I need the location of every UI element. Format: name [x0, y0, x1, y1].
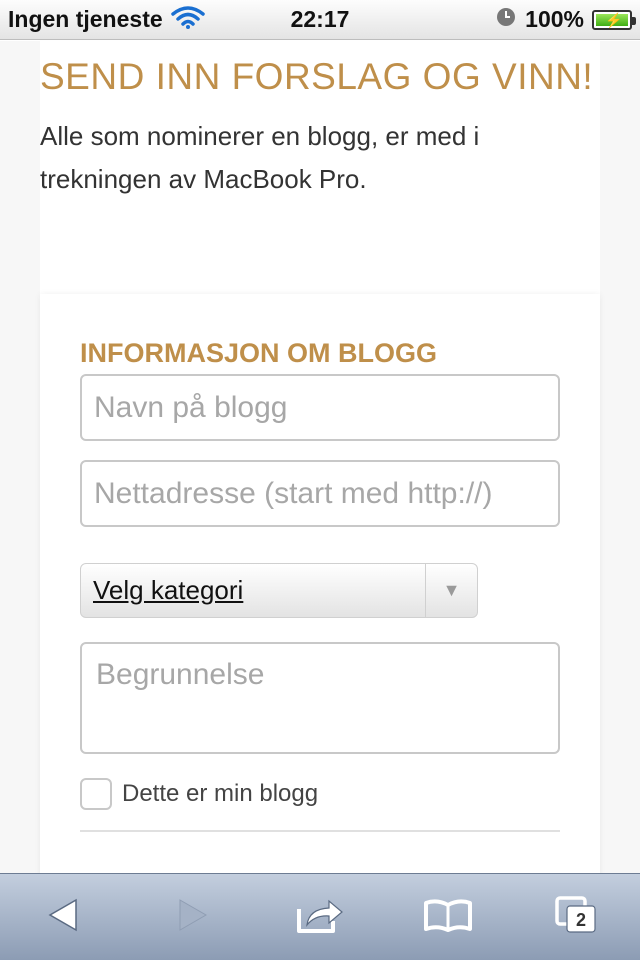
dropdown-arrow-icon: ▼	[425, 564, 477, 617]
own-blog-row: Dette er min blogg	[80, 778, 560, 810]
blog-url-input[interactable]	[80, 460, 560, 527]
reason-textarea[interactable]	[80, 642, 560, 754]
back-icon	[46, 897, 82, 938]
bookmarks-button[interactable]	[418, 887, 478, 947]
intro-text: Alle som nominerer en blogg, er med i tr…	[40, 121, 480, 194]
own-blog-checkbox[interactable]	[80, 778, 112, 810]
wifi-icon	[170, 5, 205, 35]
web-page: SEND INN FORSLAG OG VINN! Alle som nomin…	[0, 41, 640, 873]
status-right: 100% ⚡	[495, 6, 636, 34]
battery-percent: 100%	[525, 6, 584, 32]
forward-icon	[174, 897, 210, 938]
tabs-icon: 2	[554, 895, 598, 940]
own-blog-label: Dette er min blogg	[122, 780, 319, 807]
share-icon	[295, 895, 345, 940]
bookmarks-icon	[423, 897, 473, 938]
status-bar: Ingen tjeneste 22:17 100% ⚡	[0, 0, 640, 40]
carrier-label: Ingen tjeneste	[8, 6, 163, 32]
battery-icon: ⚡	[592, 9, 636, 30]
page-title: SEND INN FORSLAG OG VINN!	[40, 56, 594, 97]
alarm-clock-icon	[495, 6, 517, 34]
form-divider	[80, 830, 560, 832]
tabs-button[interactable]: 2	[546, 887, 606, 947]
category-select[interactable]: Velg kategori ▼	[80, 563, 478, 618]
browser-toolbar: 2	[0, 873, 640, 960]
blog-form: INFORMASJON OM BLOGG Velg kategori ▼ Det…	[40, 294, 600, 873]
back-button[interactable]	[34, 887, 94, 947]
form-section-title: INFORMASJON OM BLOGG	[80, 338, 437, 368]
tabs-count: 2	[576, 910, 586, 930]
status-left: Ingen tjeneste	[8, 5, 268, 35]
category-select-value: Velg kategori	[93, 575, 244, 605]
blog-name-input[interactable]	[80, 374, 560, 441]
forward-button[interactable]	[162, 887, 222, 947]
intro-section: SEND INN FORSLAG OG VINN! Alle som nomin…	[40, 41, 600, 294]
share-button[interactable]	[290, 887, 350, 947]
